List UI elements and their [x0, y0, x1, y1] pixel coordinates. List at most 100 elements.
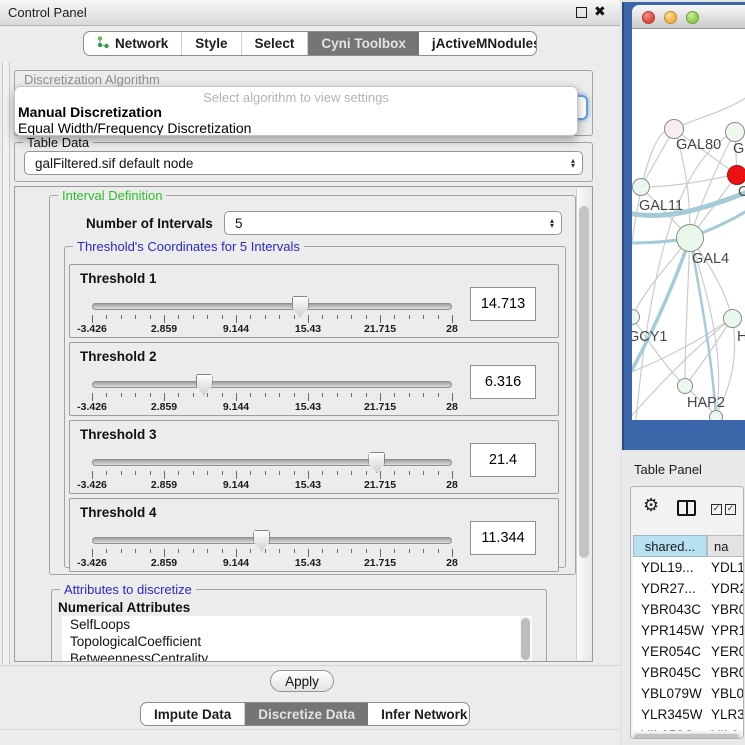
network-view-window: GAL80GCGAL11GAL4GCY1HHAP2	[622, 2, 745, 450]
algorithm-dropdown-popup: Select algorithm to view settings Manual…	[14, 86, 578, 136]
network-canvas[interactable]: GAL80GCGAL11GAL4GCY1HHAP2	[632, 29, 745, 420]
network-node-gal4[interactable]	[676, 224, 704, 252]
threshold-slider[interactable]	[92, 303, 452, 311]
threshold-label: Threshold 3	[80, 427, 157, 442]
panel-title: Control Panel	[8, 5, 87, 20]
attribute-list-item[interactable]: BetweennessCentrality	[62, 650, 532, 662]
table-row[interactable]: YER054CYER0	[633, 641, 744, 662]
slider-axis-labels: -3.4262.8599.14415.4321.71528	[92, 323, 452, 335]
spinner-arrows-icon[interactable]: ▴▾	[550, 218, 554, 228]
control-panel-titlebar: Control Panel ✖	[0, 0, 620, 26]
slider-axis-labels: -3.4262.8599.14415.4321.71528	[92, 479, 452, 491]
table-header-row: shared... na	[633, 535, 744, 557]
attributes-group: Attributes to discretize Numerical Attri…	[51, 589, 547, 662]
network-nodes-icon	[97, 36, 110, 52]
table-row[interactable]: YBL079WYBL0	[633, 683, 744, 704]
table-horizontal-scrollbar[interactable]	[633, 733, 741, 739]
threshold-slider[interactable]	[92, 459, 452, 467]
network-window-titlebar[interactable]	[632, 5, 745, 29]
table-data-label: Table Data	[23, 135, 93, 150]
threshold-slider[interactable]	[92, 537, 452, 545]
table-row[interactable]: YBR043CYBR0	[633, 599, 744, 620]
threshold-slider[interactable]	[92, 381, 452, 389]
slider-ticks	[92, 549, 452, 557]
node-label: GAL4	[692, 251, 729, 267]
tab-network[interactable]: Network	[84, 32, 182, 55]
spinner-arrows-icon[interactable]: ▴▾	[571, 158, 575, 168]
column-header-name[interactable]: na	[707, 535, 744, 557]
table-data-value: galFiltered.sif default node	[35, 156, 193, 171]
network-node-g[interactable]	[725, 122, 745, 142]
scrollbar-thumb[interactable]	[579, 206, 589, 558]
tab-style[interactable]: Style	[182, 32, 241, 55]
number-of-intervals-combobox[interactable]: 5 ▴▾	[224, 211, 562, 235]
threshold-label: Threshold 4	[80, 505, 157, 520]
left-scrollbar[interactable]	[2, 62, 10, 664]
network-node[interactable]	[709, 410, 723, 420]
table-row[interactable]: YDL19...YDL1	[633, 557, 744, 578]
numerical-attributes-list: SelfLoopsTopologicalCoefficientBetweenne…	[62, 616, 532, 662]
settings-vertical-scrollbar[interactable]	[576, 188, 591, 660]
discretization-algorithm-label: Discretization Algorithm	[24, 72, 160, 87]
close-icon[interactable]: ✖	[594, 4, 606, 20]
table-row[interactable]: YPR145WYPR1	[633, 620, 744, 641]
threshold-value-field[interactable]: 21.4	[470, 443, 536, 477]
checkbox-icon[interactable]: ✓	[711, 504, 722, 515]
checkbox-icon[interactable]: ✓	[725, 504, 736, 515]
network-node-gal80[interactable]	[664, 119, 684, 139]
split-columns-icon[interactable]	[677, 500, 696, 516]
gear-icon[interactable]: ⚙	[643, 495, 659, 516]
node-label: GAL80	[676, 137, 721, 153]
control-panel-window: Control Panel ✖ NetworkStyleSelectCyni T…	[0, 0, 620, 745]
tab-cyni-toolbox[interactable]: Cyni Toolbox	[308, 32, 419, 55]
threshold-panel-2: Threshold 2-3.4262.8599.14415.4321.71528…	[69, 342, 559, 416]
apply-button[interactable]: Apply	[270, 670, 334, 692]
threshold-value-field[interactable]: 14.713	[470, 287, 536, 321]
slider-thumb[interactable]	[292, 296, 309, 317]
table-row[interactable]: YIL052CYIL0	[633, 725, 744, 731]
bottom-tab-infer-network[interactable]: Infer Network	[368, 703, 470, 725]
network-node-h[interactable]	[723, 309, 742, 328]
node-label: GAL11	[639, 198, 683, 214]
bottom-tab-impute-data[interactable]: Impute Data	[141, 703, 245, 725]
tab-jactivemnodules[interactable]: jActiveMNodules	[419, 32, 537, 55]
table-row[interactable]: YBR045CYBR0	[633, 662, 744, 683]
threshold-panel-1: Threshold 1-3.4262.8599.14415.4321.71528…	[69, 264, 559, 338]
dropdown-option-equal-width[interactable]: Equal Width/Frequency Discretization	[15, 120, 577, 136]
thresholds-group-label: Threshold's Coordinates for 5 Intervals	[73, 239, 304, 254]
slider-thumb[interactable]	[368, 452, 385, 473]
mac-close-icon[interactable]	[642, 11, 655, 24]
mac-minimize-icon[interactable]	[664, 11, 677, 24]
bottom-tabbar: Impute DataDiscretize DataInfer Network	[140, 702, 470, 726]
table-panel-title: Table Panel	[634, 462, 702, 477]
thresholds-group: Threshold's Coordinates for 5 Intervals …	[64, 246, 566, 568]
scrollbar-thumb[interactable]	[634, 734, 739, 739]
mac-zoom-icon[interactable]	[686, 11, 699, 24]
attribute-list-item[interactable]: TopologicalCoefficient	[62, 633, 532, 650]
settings-scrollpane: Interval Definition Number of Intervals …	[14, 186, 593, 662]
network-node-c[interactable]	[727, 165, 745, 185]
node-label: GCY1	[632, 329, 668, 345]
table-row[interactable]: YLR345WYLR3	[633, 704, 744, 725]
table-row[interactable]: YDR27...YDR2	[633, 578, 744, 599]
table-data-combobox[interactable]: galFiltered.sif default node ▴▾	[24, 151, 583, 175]
network-node-hap2[interactable]	[677, 378, 693, 394]
column-header-shared-name[interactable]: shared...	[633, 535, 707, 557]
node-label: H	[737, 329, 745, 345]
slider-thumb[interactable]	[253, 530, 270, 551]
attribute-list-item[interactable]: SelfLoops	[62, 616, 532, 633]
list-scrollbar[interactable]	[520, 617, 531, 662]
slider-axis-labels: -3.4262.8599.14415.4321.71528	[92, 401, 452, 413]
threshold-value-field[interactable]: 11.344	[470, 521, 536, 555]
dropdown-option-manual[interactable]: Manual Discretization	[15, 104, 577, 120]
table-panel: Table Panel ⚙ ✓ ✓ shared... na YDL19...Y…	[622, 452, 745, 745]
tab-select[interactable]: Select	[242, 32, 309, 55]
slider-thumb[interactable]	[196, 374, 213, 395]
threshold-value-field[interactable]: 6.316	[470, 365, 536, 399]
node-label: HAP2	[687, 395, 725, 411]
slider-axis-labels: -3.4262.8599.14415.4321.71528	[92, 557, 452, 569]
network-node-gal11[interactable]	[632, 178, 650, 196]
float-window-icon[interactable]	[576, 7, 587, 18]
bottom-tab-discretize-data[interactable]: Discretize Data	[245, 703, 368, 725]
threshold-panel-3: Threshold 3 -3.4262.8599.14415.4321.71528…	[69, 420, 559, 494]
